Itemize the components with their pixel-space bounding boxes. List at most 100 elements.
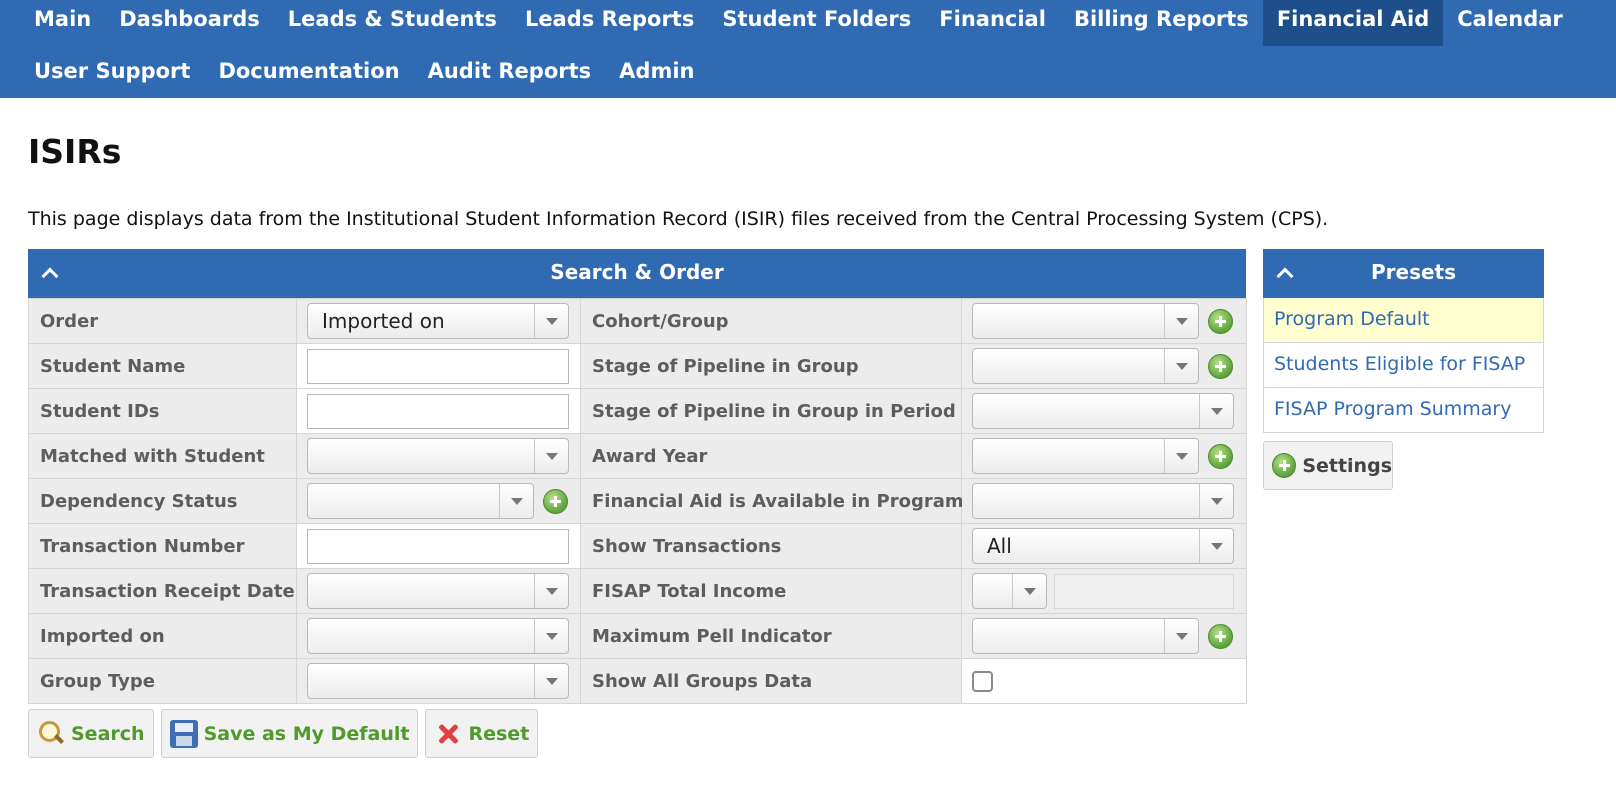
add-circle-icon bbox=[1272, 453, 1297, 478]
add-circle-icon[interactable] bbox=[1208, 353, 1233, 379]
collapse-chevron-icon[interactable] bbox=[40, 263, 60, 283]
show-all-groups-data-checkbox[interactable] bbox=[972, 670, 993, 692]
dropdown-arrow-icon bbox=[1199, 394, 1233, 428]
matched-with-student-select[interactable] bbox=[307, 438, 569, 474]
matched-with-student-label: Matched with Student bbox=[28, 433, 297, 479]
award-year-select[interactable] bbox=[972, 438, 1199, 474]
form-row: Transaction Number Show Transactions All bbox=[28, 523, 1247, 569]
student-ids-input[interactable] bbox=[307, 393, 569, 429]
presets-settings-button[interactable]: Settings bbox=[1263, 441, 1393, 490]
stage-of-pipeline-in-group-select[interactable] bbox=[972, 348, 1199, 384]
stage-of-pipeline-in-group-in-period-label: Stage of Pipeline in Group in Period bbox=[580, 388, 962, 434]
nav-user-support[interactable]: User Support bbox=[20, 52, 204, 96]
form-row: Transaction Receipt Date FISAP Total Inco… bbox=[28, 568, 1247, 614]
transaction-receipt-date-select[interactable] bbox=[307, 573, 569, 609]
nav-row-2: User Support Documentation Audit Reports… bbox=[20, 52, 708, 96]
nav-leads-reports[interactable]: Leads Reports bbox=[511, 0, 708, 46]
presets-collapse-chevron-icon[interactable] bbox=[1275, 263, 1295, 283]
nav-dashboards[interactable]: Dashboards bbox=[105, 0, 274, 46]
stage-of-pipeline-in-group-in-period-cell bbox=[961, 388, 1247, 434]
fisap-total-income-cell bbox=[961, 568, 1247, 614]
dropdown-arrow-icon bbox=[1164, 439, 1198, 473]
student-name-cell bbox=[296, 343, 581, 389]
transaction-number-label: Transaction Number bbox=[28, 523, 297, 569]
maximum-pell-indicator-select[interactable] bbox=[972, 618, 1199, 654]
preset-program-default[interactable]: Program Default bbox=[1263, 298, 1544, 343]
add-circle-icon[interactable] bbox=[1208, 308, 1233, 334]
nav-audit-reports[interactable]: Audit Reports bbox=[414, 52, 606, 96]
add-circle-icon[interactable] bbox=[1208, 443, 1233, 469]
search-order-title: Search & Order bbox=[550, 260, 724, 284]
add-circle-icon[interactable] bbox=[1208, 623, 1233, 649]
nav-row-1: Main Dashboards Leads & Students Leads R… bbox=[20, 0, 1577, 46]
fisap-total-income-value-input[interactable] bbox=[1054, 573, 1234, 609]
nav-calendar[interactable]: Calendar bbox=[1443, 0, 1577, 46]
form-row: Student Name Stage of Pipeline in Group bbox=[28, 343, 1247, 389]
form-row: Matched with Student Award Year bbox=[28, 433, 1247, 479]
dropdown-arrow-icon bbox=[534, 304, 568, 338]
dropdown-arrow-icon bbox=[534, 619, 568, 653]
form-row: Group Type Show All Groups Data bbox=[28, 658, 1247, 704]
dropdown-arrow-icon bbox=[1164, 304, 1198, 338]
show-all-groups-data-label: Show All Groups Data bbox=[580, 658, 962, 704]
student-name-input[interactable] bbox=[307, 348, 569, 384]
top-navigation: Main Dashboards Leads & Students Leads R… bbox=[0, 0, 1616, 98]
form-row: Order Imported on Cohort/Group bbox=[28, 298, 1247, 344]
nav-financial[interactable]: Financial bbox=[925, 0, 1060, 46]
search-button[interactable]: Search bbox=[28, 709, 154, 758]
form-row: Imported on Maximum Pell Indicator bbox=[28, 613, 1247, 659]
dropdown-arrow-icon bbox=[1164, 349, 1198, 383]
dependency-status-label: Dependency Status bbox=[28, 478, 297, 524]
nav-financial-aid[interactable]: Financial Aid bbox=[1262, 0, 1444, 46]
dropdown-arrow-icon bbox=[1199, 484, 1233, 518]
show-transactions-cell: All bbox=[961, 523, 1247, 569]
nav-main[interactable]: Main bbox=[20, 0, 105, 46]
add-circle-icon[interactable] bbox=[543, 488, 568, 514]
dropdown-arrow-icon bbox=[1164, 619, 1198, 653]
maximum-pell-indicator-label: Maximum Pell Indicator bbox=[580, 613, 962, 659]
nav-documentation[interactable]: Documentation bbox=[204, 52, 413, 96]
floppy-disk-icon bbox=[169, 719, 198, 748]
cohort-group-select[interactable] bbox=[972, 303, 1199, 339]
matched-with-student-cell bbox=[296, 433, 581, 479]
financial-aid-is-available-in-program-label: Financial Aid is Available in Program bbox=[580, 478, 964, 524]
student-ids-cell bbox=[296, 388, 581, 434]
nav-billing-reports[interactable]: Billing Reports bbox=[1060, 0, 1263, 46]
imported-on-select[interactable] bbox=[307, 618, 569, 654]
award-year-label: Award Year bbox=[580, 433, 962, 479]
preset-fisap-program-summary[interactable]: FISAP Program Summary bbox=[1263, 388, 1544, 433]
cohort-group-label: Cohort/Group bbox=[580, 298, 962, 344]
nav-leads-students[interactable]: Leads & Students bbox=[274, 0, 511, 46]
form-row: Student IDs Stage of Pipeline in Group in… bbox=[28, 388, 1247, 434]
reset-button[interactable]: Reset bbox=[425, 709, 539, 758]
group-type-label: Group Type bbox=[28, 658, 297, 704]
show-transactions-select-value: All bbox=[987, 534, 1012, 558]
financial-aid-is-available-in-program-select[interactable] bbox=[972, 483, 1234, 519]
group-type-cell bbox=[296, 658, 581, 704]
show-transactions-select[interactable]: All bbox=[972, 528, 1234, 564]
transaction-number-cell bbox=[296, 523, 581, 569]
nav-admin[interactable]: Admin bbox=[605, 52, 708, 96]
imported-on-label: Imported on bbox=[28, 613, 297, 659]
stage-of-pipeline-in-group-in-period-select[interactable] bbox=[972, 393, 1234, 429]
financial-aid-is-available-in-program-cell bbox=[961, 478, 1247, 524]
search-button-label: Search bbox=[71, 722, 145, 745]
presets-title: Presets bbox=[1370, 260, 1457, 284]
cohort-group-cell bbox=[961, 298, 1247, 344]
dependency-status-select[interactable] bbox=[307, 483, 534, 519]
imported-on-cell bbox=[296, 613, 581, 659]
fisap-total-income-operator-select[interactable] bbox=[972, 573, 1047, 609]
preset-students-eligible-fisap[interactable]: Students Eligible for FISAP bbox=[1263, 343, 1544, 388]
save-default-button[interactable]: Save as My Default bbox=[160, 709, 419, 758]
group-type-select[interactable] bbox=[307, 663, 569, 699]
nav-student-folders[interactable]: Student Folders bbox=[708, 0, 925, 46]
form-row: Dependency Status Financial Aid is Availa… bbox=[28, 478, 1247, 524]
dropdown-arrow-icon bbox=[1199, 529, 1233, 563]
award-year-cell bbox=[961, 433, 1247, 479]
order-select[interactable]: Imported on bbox=[307, 303, 569, 339]
transaction-number-input[interactable] bbox=[307, 528, 569, 564]
maximum-pell-indicator-cell bbox=[961, 613, 1247, 659]
settings-label: Settings bbox=[1302, 454, 1392, 477]
save-default-button-label: Save as My Default bbox=[203, 722, 410, 745]
stage-of-pipeline-in-group-cell bbox=[961, 343, 1247, 389]
